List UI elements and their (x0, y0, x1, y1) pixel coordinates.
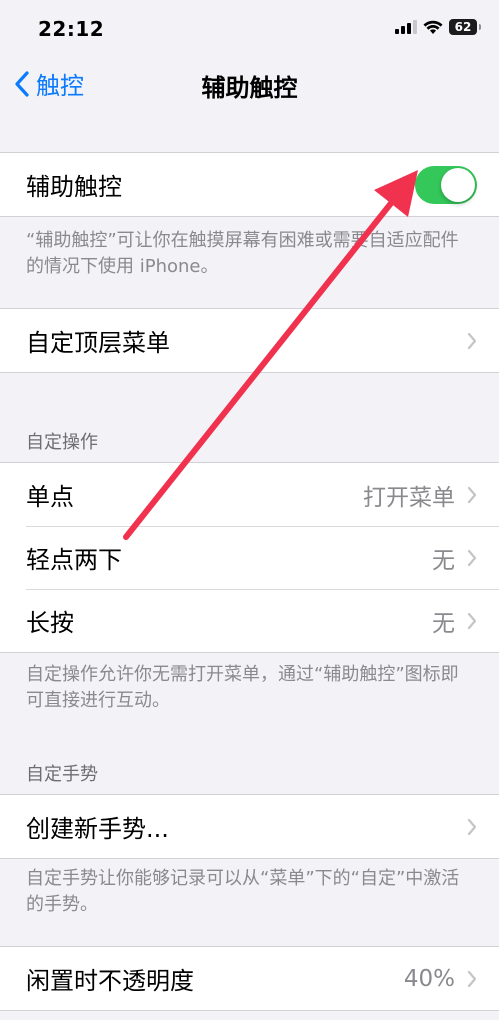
battery-icon: 62 (449, 19, 481, 35)
chevron-right-icon (467, 549, 477, 567)
long-press-value: 无 (432, 610, 455, 637)
custom-gestures-header: 自定手势 (26, 764, 98, 785)
assistive-touch-row: 辅助触控 (0, 153, 499, 216)
page-title: 辅助触控 (201, 74, 298, 102)
long-press-row[interactable]: 长按 无 (0, 589, 499, 652)
double-tap-value: 无 (432, 547, 455, 574)
idle-opacity-group: 闲置时不透明度 40% (0, 946, 499, 1011)
assistive-touch-group: 辅助触控 (0, 152, 499, 217)
single-tap-value: 打开菜单 (363, 484, 455, 511)
chevron-right-icon (467, 486, 477, 504)
wifi-icon (423, 20, 443, 34)
single-tap-row[interactable]: 单点 打开菜单 (0, 463, 499, 526)
idle-opacity-value: 40% (403, 965, 455, 992)
double-tap-label: 轻点两下 (26, 546, 122, 574)
top-menu-group: 自定顶层菜单 (0, 308, 499, 373)
custom-gestures-footer: 自定手势让你能够记录可以从“菜单”下的“自定”中激活的手势。 (26, 868, 460, 915)
single-tap-label: 单点 (26, 483, 74, 511)
create-gesture-row[interactable]: 创建新手势... (0, 795, 499, 858)
assistive-touch-toggle[interactable] (415, 165, 477, 204)
custom-gestures-group: 创建新手势... (0, 794, 499, 859)
signal-icon (395, 20, 417, 34)
assistive-touch-label: 辅助触控 (26, 173, 122, 201)
customize-top-menu-label: 自定顶层菜单 (26, 329, 170, 357)
idle-opacity-row[interactable]: 闲置时不透明度 40% (0, 947, 499, 1010)
custom-actions-group: 单点 打开菜单 轻点两下 无 长按 无 (0, 462, 499, 653)
status-bar: 22:12 62 (0, 0, 499, 58)
toggle-knob (441, 167, 475, 202)
assistive-touch-footer: “辅助触控”可让你在触摸屏幕有困难或需要自适应配件的情况下使用 iPhone。 (26, 230, 459, 277)
chevron-right-icon (467, 818, 477, 836)
status-time: 22:12 (38, 17, 105, 41)
double-tap-row[interactable]: 轻点两下 无 (0, 526, 499, 589)
long-press-label: 长按 (26, 609, 74, 637)
nav-bar: 触控 辅助触控 (0, 58, 499, 108)
custom-actions-header: 自定操作 (26, 432, 98, 453)
custom-actions-footer: 自定操作允许你无需打开菜单，通过“辅助触控”图标即可直接进行互动。 (26, 664, 459, 711)
create-gesture-label: 创建新手势... (26, 815, 169, 843)
chevron-right-icon (467, 612, 477, 630)
customize-top-menu-row[interactable]: 自定顶层菜单 (0, 309, 499, 372)
idle-opacity-label: 闲置时不透明度 (26, 967, 194, 995)
status-icons: 62 (395, 19, 481, 35)
chevron-right-icon (467, 332, 477, 350)
chevron-right-icon (467, 970, 477, 988)
